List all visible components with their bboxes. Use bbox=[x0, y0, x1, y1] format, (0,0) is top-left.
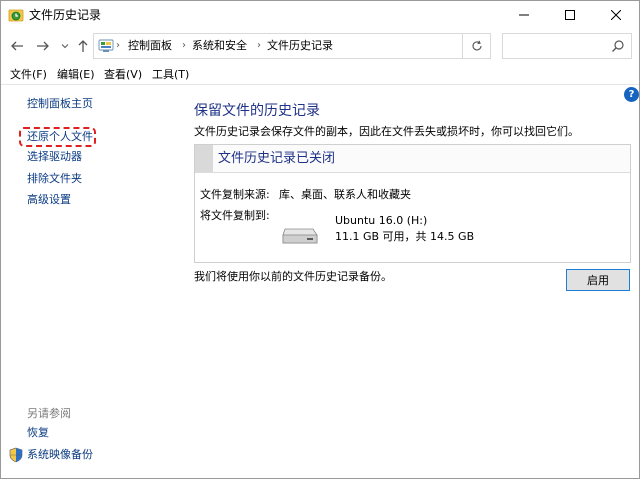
page-title: 保留文件的历史记录 bbox=[194, 103, 320, 119]
breadcrumb-separator: › bbox=[116, 40, 120, 51]
minimize-icon bbox=[519, 14, 529, 16]
menu-bar: 文件(F) 编辑(E) 查看(V) 工具(T) bbox=[1, 65, 639, 85]
window-title: 文件历史记录 bbox=[29, 8, 102, 22]
page-description: 文件历史记录会保存文件的副本，因此在文件丢失或损坏时，你可以找回它们。 bbox=[194, 125, 579, 138]
drive-icon bbox=[282, 228, 318, 244]
arrow-left-icon bbox=[11, 41, 23, 51]
sidebar-item-restore-personal-files[interactable]: 还原个人文件 bbox=[27, 130, 93, 144]
address-bar[interactable]: › 控制面板 › 系统和安全 › 文件历史记录 bbox=[93, 33, 546, 59]
maximize-button[interactable] bbox=[547, 1, 593, 29]
see-also-recovery[interactable]: 恢复 bbox=[27, 426, 49, 440]
shield-icon bbox=[9, 447, 23, 463]
menu-edit[interactable]: 编辑(E) bbox=[57, 68, 95, 82]
close-button[interactable] bbox=[593, 1, 639, 29]
arrow-up-icon bbox=[78, 40, 88, 52]
breadcrumb-control-panel[interactable]: 控制面板 bbox=[128, 39, 172, 53]
minimize-button[interactable] bbox=[501, 1, 547, 29]
file-history-window: 文件历史记录 › 控制面板 › 系统和安全 › 文件历史记录 文件(F) 编辑(… bbox=[0, 0, 640, 479]
sidebar: 控制面板主页 还原个人文件 选择驱动器 排除文件夹 高级设置 另请参阅 恢复 系… bbox=[1, 86, 181, 478]
recent-locations-button[interactable] bbox=[57, 38, 73, 54]
copy-from-value: 库、桌面、联系人和收藏夹 bbox=[279, 188, 411, 201]
sidebar-item-advanced-settings[interactable]: 高级设置 bbox=[27, 193, 71, 207]
sidebar-item-exclude-folders[interactable]: 排除文件夹 bbox=[27, 172, 82, 186]
navigation-bar: › 控制面板 › 系统和安全 › 文件历史记录 bbox=[1, 29, 639, 63]
refresh-button[interactable] bbox=[463, 33, 491, 59]
arrow-right-icon bbox=[37, 41, 49, 51]
drive-name: Ubuntu 16.0 (H:) bbox=[335, 214, 428, 227]
close-icon bbox=[611, 10, 621, 20]
forward-button[interactable] bbox=[35, 38, 51, 54]
status-header: 文件历史记录已关闭 bbox=[195, 145, 630, 173]
backup-note: 我们将使用你以前的文件历史记录备份。 bbox=[194, 270, 392, 283]
breadcrumb-separator: › bbox=[182, 40, 186, 51]
breadcrumb-separator: › bbox=[257, 40, 261, 51]
sidebar-item-control-panel-home[interactable]: 控制面板主页 bbox=[27, 97, 93, 111]
file-history-app-icon bbox=[8, 9, 24, 22]
maximize-icon bbox=[565, 10, 575, 20]
control-panel-icon bbox=[98, 39, 114, 52]
menu-file[interactable]: 文件(F) bbox=[10, 68, 47, 82]
status-indicator bbox=[195, 145, 213, 172]
drive-free-space: 11.1 GB 可用，共 14.5 GB bbox=[335, 230, 475, 243]
up-button[interactable] bbox=[75, 38, 91, 54]
back-button[interactable] bbox=[9, 38, 25, 54]
menu-view[interactable]: 查看(V) bbox=[104, 68, 142, 82]
copy-to-label: 将文件复制到: bbox=[200, 209, 270, 222]
help-button[interactable]: ? bbox=[624, 87, 639, 102]
title-bar: 文件历史记录 bbox=[1, 1, 639, 29]
sidebar-item-select-drive[interactable]: 选择驱动器 bbox=[27, 150, 82, 164]
see-also-system-image-backup[interactable]: 系统映像备份 bbox=[27, 448, 93, 462]
see-also-heading: 另请参阅 bbox=[27, 407, 71, 420]
breadcrumb-system-security[interactable]: 系统和安全 bbox=[192, 39, 247, 53]
search-input[interactable] bbox=[502, 33, 632, 59]
copy-from-label: 文件复制来源: bbox=[200, 188, 270, 201]
menu-tools[interactable]: 工具(T) bbox=[152, 68, 189, 82]
search-icon bbox=[612, 40, 624, 52]
refresh-icon bbox=[472, 40, 482, 51]
breadcrumb-file-history[interactable]: 文件历史记录 bbox=[267, 39, 333, 53]
status-panel: 文件历史记录已关闭 文件复制来源: 库、桌面、联系人和收藏夹 将文件复制到: U… bbox=[194, 144, 631, 263]
enable-button[interactable]: 启用 bbox=[566, 269, 630, 291]
status-title: 文件历史记录已关闭 bbox=[218, 151, 336, 166]
chevron-down-icon bbox=[61, 44, 69, 49]
